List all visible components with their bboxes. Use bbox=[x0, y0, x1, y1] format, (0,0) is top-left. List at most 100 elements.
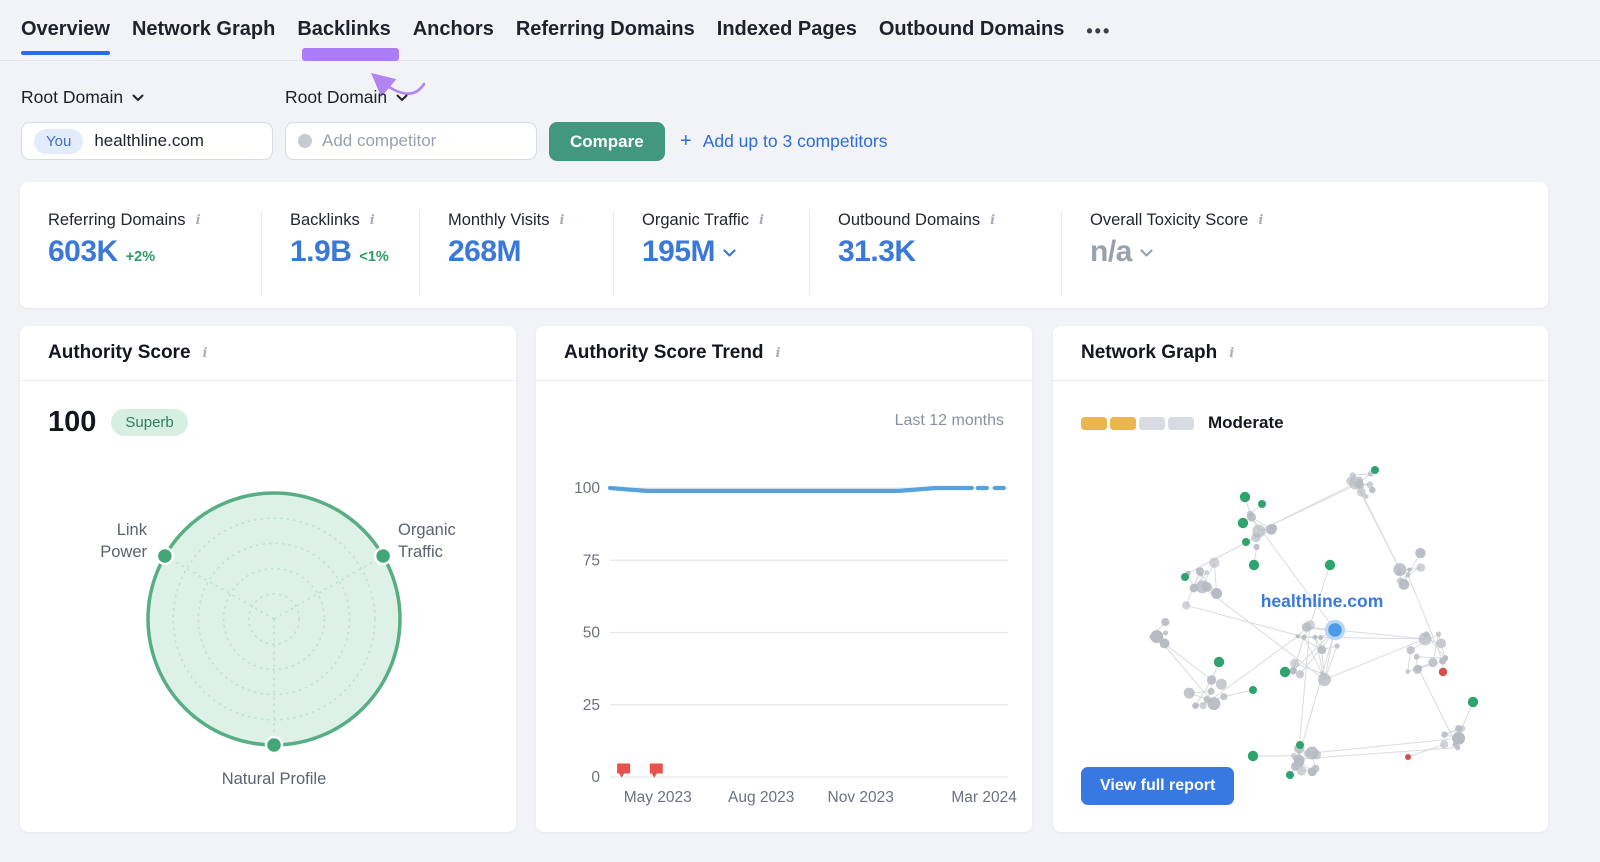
network-node-green bbox=[1286, 771, 1294, 779]
network-node bbox=[1199, 702, 1207, 710]
network-node-green bbox=[1237, 517, 1249, 529]
metric-referring-domains: Referring Domains i 603K +2% bbox=[20, 211, 262, 295]
you-domain-field[interactable]: You healthline.com bbox=[21, 122, 273, 160]
network-node bbox=[1440, 740, 1449, 749]
chevron-down-icon[interactable] bbox=[1140, 245, 1153, 267]
authority-score-value-row: 100 Superb bbox=[48, 406, 188, 439]
y-axis-tick: 25 bbox=[583, 697, 600, 714]
network-node bbox=[1203, 695, 1211, 703]
y-axis-tick: 0 bbox=[591, 769, 600, 786]
competitor-field[interactable] bbox=[285, 122, 537, 160]
network-node bbox=[1201, 581, 1212, 592]
info-icon[interactable]: i bbox=[988, 212, 997, 229]
network-node bbox=[1149, 634, 1155, 640]
x-axis-tick: Nov 2023 bbox=[828, 789, 894, 806]
tab-anchors[interactable]: Anchors bbox=[413, 18, 494, 55]
metric-value: 268M bbox=[448, 235, 522, 268]
view-full-report-button[interactable]: View full report bbox=[1081, 767, 1235, 805]
network-node bbox=[1189, 583, 1199, 593]
add-competitors-link[interactable]: + Add up to 3 competitors bbox=[680, 130, 888, 153]
network-node-green bbox=[1371, 466, 1379, 474]
network-center-label: healthline.com bbox=[1261, 591, 1384, 611]
network-node bbox=[1215, 678, 1227, 690]
info-icon[interactable]: i bbox=[774, 345, 783, 362]
info-icon[interactable]: i bbox=[201, 345, 210, 362]
x-axis-tick: Mar 2024 bbox=[951, 789, 1017, 806]
metric-value: 195M bbox=[642, 235, 716, 268]
network-node bbox=[1413, 653, 1420, 660]
network-node bbox=[1253, 543, 1260, 551]
tab-backlinks[interactable]: Backlinks bbox=[297, 18, 400, 61]
info-icon[interactable]: i bbox=[368, 212, 377, 229]
root-domain-selector-you[interactable]: Root Domain bbox=[21, 87, 144, 108]
network-node bbox=[1159, 638, 1170, 649]
tab-indexed-pages[interactable]: Indexed Pages bbox=[717, 18, 857, 55]
radar-axis-dot bbox=[264, 735, 284, 755]
network-node bbox=[1307, 767, 1317, 777]
network-graph-visualization[interactable]: healthline.com bbox=[1058, 441, 1544, 811]
radar-axis-dot bbox=[373, 546, 393, 566]
network-node bbox=[1295, 670, 1305, 679]
network-node bbox=[1318, 673, 1331, 687]
info-icon[interactable]: i bbox=[557, 212, 566, 229]
network-node bbox=[1303, 749, 1311, 757]
tab-referring-domains[interactable]: Referring Domains bbox=[516, 18, 695, 55]
tab-network-graph[interactable]: Network Graph bbox=[132, 18, 275, 55]
google-update-flag-icon[interactable] bbox=[617, 763, 631, 778]
network-node-green bbox=[1258, 500, 1266, 508]
network-node bbox=[1405, 572, 1411, 578]
network-node bbox=[1366, 481, 1374, 489]
nav-tabs: Overview Network Graph Backlinks Anchors Ref… bbox=[21, 18, 1111, 61]
info-icon[interactable]: i bbox=[194, 212, 203, 229]
network-node-green bbox=[1181, 573, 1189, 581]
network-node bbox=[1192, 702, 1199, 709]
network-node bbox=[1220, 693, 1228, 701]
network-risk-gauge bbox=[1081, 417, 1194, 430]
authority-score-trend-card: Authority Score Trend i Last 12 months 0… bbox=[536, 326, 1032, 832]
network-node bbox=[1163, 630, 1169, 636]
svg-text:Power: Power bbox=[100, 543, 147, 561]
radar-axis-dot bbox=[155, 546, 175, 566]
metric-value: 1.9B bbox=[290, 235, 352, 268]
add-competitor-input[interactable] bbox=[322, 131, 512, 151]
trend-period-label: Last 12 months bbox=[894, 412, 1004, 429]
plus-icon: + bbox=[680, 130, 692, 152]
authority-score-header: Authority Score i bbox=[20, 326, 516, 381]
tab-outbound-domains[interactable]: Outbound Domains bbox=[879, 18, 1065, 55]
network-node bbox=[1207, 687, 1215, 695]
authority-score-card: Authority Score i 100 Superb Link Power Or… bbox=[20, 326, 516, 832]
card-title: Authority Score Trend bbox=[564, 342, 764, 363]
more-tabs-menu[interactable]: ••• bbox=[1086, 18, 1111, 42]
card-title: Authority Score bbox=[48, 342, 191, 363]
network-node bbox=[1415, 665, 1423, 673]
network-graph-card: Network Graph i Moderate healthline.com … bbox=[1053, 326, 1548, 832]
network-node bbox=[1251, 532, 1261, 543]
network-node-green bbox=[1296, 741, 1304, 749]
compare-button[interactable]: Compare bbox=[549, 122, 665, 161]
tab-overview[interactable]: Overview bbox=[21, 18, 110, 55]
y-axis-tick: 75 bbox=[583, 552, 600, 569]
root-domain-selector-competitor[interactable]: Root Domain bbox=[285, 87, 408, 108]
network-node bbox=[1436, 638, 1447, 649]
network-node bbox=[1405, 669, 1411, 675]
chevron-down-icon bbox=[396, 94, 408, 101]
network-node bbox=[1204, 570, 1209, 575]
chevron-down-icon[interactable] bbox=[723, 245, 736, 267]
authority-score-trend-chart: 0 25 50 75 100 May 2023 Aug 2023 Nov 2023 Mar 20… bbox=[574, 480, 1017, 806]
authority-score-radar-chart: Link Power Organic Traffic Natural Profile bbox=[100, 491, 456, 788]
network-node bbox=[1398, 579, 1410, 590]
info-icon[interactable]: i bbox=[1227, 345, 1236, 362]
network-node bbox=[1311, 750, 1322, 760]
network-node bbox=[1266, 524, 1277, 535]
metric-value: n/a bbox=[1090, 235, 1132, 268]
info-icon[interactable]: i bbox=[1256, 212, 1265, 229]
google-update-flag-icon[interactable] bbox=[649, 763, 663, 778]
network-node-red bbox=[1405, 754, 1411, 760]
network-node bbox=[1435, 631, 1442, 637]
network-node bbox=[1183, 687, 1195, 699]
network-node bbox=[1161, 618, 1170, 627]
info-icon[interactable]: i bbox=[757, 212, 766, 229]
metric-organic-traffic: Organic Traffic i 195M bbox=[614, 211, 810, 295]
radar-label-link-power: Link bbox=[117, 521, 148, 539]
network-node bbox=[1317, 645, 1327, 655]
